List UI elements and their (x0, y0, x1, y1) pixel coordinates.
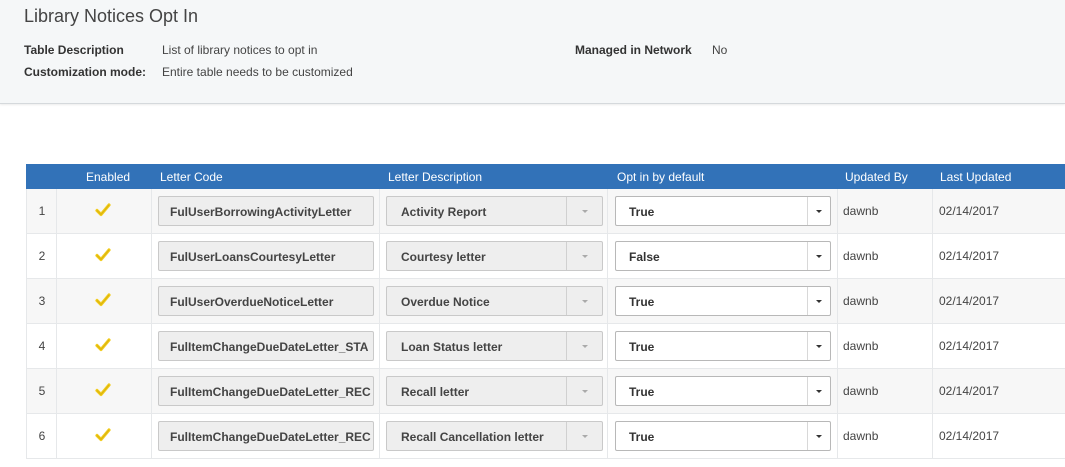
updated-by-value: dawnb (843, 429, 879, 443)
letter-code-field[interactable]: FulItemChangeDueDateLetter_REC (158, 376, 374, 406)
table-header: Enabled Letter Code Letter Description O… (26, 164, 1065, 189)
table-row: 2 FulUserLoansCourtesyLetter Courtesy le… (26, 234, 1065, 279)
opt-in-select[interactable]: False (615, 241, 831, 271)
table-row: 6 FulItemChangeDueDateLetter_REC Recall … (26, 414, 1065, 459)
letter-description-select[interactable]: Recall letter (386, 376, 603, 406)
last-updated-value: 02/14/2017 (939, 429, 1000, 443)
letter-code-field[interactable]: FulUserOverdueNoticeLetter (158, 286, 374, 316)
checkmark-icon[interactable] (95, 337, 111, 353)
letter-description-select[interactable]: Activity Report (386, 196, 603, 226)
opt-in-value: True (629, 295, 655, 309)
checkmark-icon[interactable] (95, 292, 111, 308)
chevron-down-icon[interactable] (816, 390, 822, 393)
chevron-down-icon[interactable] (816, 300, 822, 303)
header-updated-by[interactable]: Updated By (845, 170, 908, 184)
opt-in-value: True (629, 340, 655, 354)
table-row: 5 FulItemChangeDueDateLetter_REC Recall … (26, 369, 1065, 414)
row-number: 5 (38, 384, 46, 398)
table-body: 1 FulUserBorrowingActivityLetter Activit… (26, 189, 1065, 459)
last-updated-value: 02/14/2017 (939, 294, 1000, 308)
notices-table: Enabled Letter Code Letter Description O… (26, 164, 1065, 459)
table-description-label: Table Description (24, 43, 124, 57)
opt-in-select[interactable]: True (615, 421, 831, 451)
chevron-down-icon (582, 210, 588, 213)
letter-code-field[interactable]: FulUserLoansCourtesyLetter (158, 241, 374, 271)
opt-in-value: True (629, 430, 655, 444)
row-number: 1 (38, 204, 46, 218)
customization-mode-label: Customization mode: (24, 65, 146, 79)
opt-in-select[interactable]: True (615, 286, 831, 316)
header-opt-in-by-default[interactable]: Opt in by default (617, 170, 704, 184)
chevron-down-icon[interactable] (816, 210, 822, 213)
opt-in-value: True (629, 205, 655, 219)
checkmark-icon[interactable] (95, 202, 111, 218)
page-header: Library Notices Opt In Table Description… (0, 0, 1065, 104)
header-enabled[interactable]: Enabled (86, 170, 130, 184)
row-number: 3 (38, 294, 46, 308)
letter-description-value: Loan Status letter (401, 340, 503, 354)
header-letter-code[interactable]: Letter Code (160, 170, 223, 184)
row-number: 4 (38, 339, 46, 353)
chevron-down-icon[interactable] (816, 435, 822, 438)
row-number: 2 (38, 249, 46, 263)
row-number: 6 (38, 429, 46, 443)
opt-in-select[interactable]: True (615, 331, 831, 361)
letter-description-select[interactable]: Courtesy letter (386, 241, 603, 271)
table-row: 3 FulUserOverdueNoticeLetter Overdue Not… (26, 279, 1065, 324)
updated-by-value: dawnb (843, 204, 879, 218)
last-updated-value: 02/14/2017 (939, 384, 1000, 398)
table-row: 4 FulItemChangeDueDateLetter_STA Loan St… (26, 324, 1065, 369)
letter-description-select[interactable]: Loan Status letter (386, 331, 603, 361)
letter-description-value: Recall letter (401, 385, 470, 399)
updated-by-value: dawnb (843, 339, 879, 353)
checkmark-icon[interactable] (95, 382, 111, 398)
table-row: 1 FulUserBorrowingActivityLetter Activit… (26, 189, 1065, 234)
chevron-down-icon (582, 255, 588, 258)
chevron-down-icon (582, 435, 588, 438)
letter-code-field[interactable]: FulItemChangeDueDateLetter_STA (158, 331, 374, 361)
header-letter-description[interactable]: Letter Description (388, 170, 482, 184)
opt-in-value: True (629, 385, 655, 399)
checkmark-icon[interactable] (95, 247, 111, 263)
letter-description-value: Overdue Notice (401, 295, 490, 309)
chevron-down-icon[interactable] (816, 255, 822, 258)
letter-description-select[interactable]: Overdue Notice (386, 286, 603, 316)
checkmark-icon[interactable] (95, 427, 111, 443)
letter-description-value: Recall Cancellation letter (401, 430, 544, 444)
table-description-value: List of library notices to opt in (162, 43, 318, 57)
header-last-updated[interactable]: Last Updated (940, 170, 1011, 184)
opt-in-value: False (629, 250, 660, 264)
chevron-down-icon (582, 390, 588, 393)
letter-code-field[interactable]: FulUserBorrowingActivityLetter (158, 196, 374, 226)
last-updated-value: 02/14/2017 (939, 339, 1000, 353)
letter-code-field[interactable]: FulItemChangeDueDateLetter_REC (158, 421, 374, 451)
managed-in-network-label: Managed in Network (575, 43, 692, 57)
updated-by-value: dawnb (843, 249, 879, 263)
page-title: Library Notices Opt In (24, 6, 199, 26)
letter-description-value: Courtesy letter (401, 250, 486, 264)
chevron-down-icon (582, 300, 588, 303)
managed-in-network-value: No (712, 43, 728, 57)
last-updated-value: 02/14/2017 (939, 204, 1000, 218)
updated-by-value: dawnb (843, 384, 879, 398)
updated-by-value: dawnb (843, 294, 879, 308)
customization-mode-value: Entire table needs to be customized (162, 65, 353, 79)
opt-in-select[interactable]: True (615, 376, 831, 406)
letter-description-value: Activity Report (401, 205, 487, 219)
opt-in-select[interactable]: True (615, 196, 831, 226)
letter-description-select[interactable]: Recall Cancellation letter (386, 421, 603, 451)
last-updated-value: 02/14/2017 (939, 249, 1000, 263)
chevron-down-icon[interactable] (816, 345, 822, 348)
chevron-down-icon (582, 345, 588, 348)
